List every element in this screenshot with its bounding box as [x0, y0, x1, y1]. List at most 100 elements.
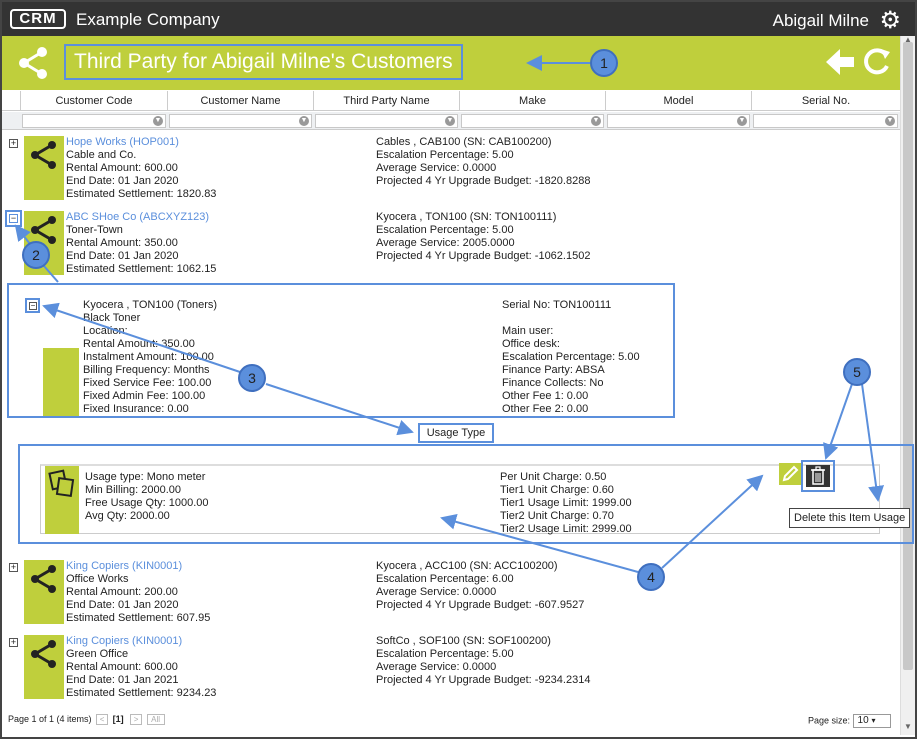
filter-icon[interactable]: ▼ [299, 116, 309, 126]
page-size-select[interactable]: 10 ▾ [852, 714, 891, 728]
filter-make[interactable]: ▼ [461, 114, 604, 128]
item-image [43, 348, 79, 416]
user-name[interactable]: Abigail Milne [773, 11, 869, 31]
usage-line: Avg Qty: 2000.00 [85, 510, 170, 522]
detail-line: Fixed Service Fee: 100.00 [83, 377, 212, 389]
detail-line: Black Toner [83, 312, 141, 324]
detail-line: Serial No: TON100111 [502, 299, 612, 311]
expand-toggle[interactable]: + [9, 563, 18, 572]
estimated-settlement: Estimated Settlement: 1820.83 [66, 188, 217, 200]
detail-line: Escalation Percentage: 5.00 [502, 351, 640, 363]
detail-line: Office desk: [502, 338, 560, 350]
upgrade-budget: Projected 4 Yr Upgrade Budget: -607.9527 [376, 599, 585, 611]
detail-line: Other Fee 2: 0.00 [502, 403, 589, 415]
pager-current-page[interactable]: [1] [113, 714, 124, 724]
column-header-make[interactable]: Make [459, 91, 605, 111]
detail-line: Location: [83, 325, 128, 337]
usage-line: Tier1 Usage Limit: 1999.00 [500, 497, 632, 509]
filter-icon[interactable]: ▼ [153, 116, 163, 126]
product: Cables , CAB100 (SN: CAB100200) [376, 136, 552, 148]
average-service: Average Service: 0.0000 [376, 162, 497, 174]
filter-customer-name[interactable]: ▼ [169, 114, 312, 128]
share-icon [24, 635, 64, 699]
chevron-down-icon: ▾ [871, 716, 876, 725]
usage-line: Tier1 Unit Charge: 0.60 [500, 484, 614, 496]
column-header-customer-code[interactable]: Customer Code [20, 91, 167, 111]
tab-usage-type[interactable]: Usage Type [418, 423, 494, 443]
customer-link[interactable]: King Copiers (KIN0001) [66, 560, 210, 573]
usage-line: Per Unit Charge: 0.50 [500, 471, 607, 483]
filter-customer-code[interactable]: ▼ [22, 114, 166, 128]
vertical-scrollbar[interactable]: ▲ ▼ [900, 35, 915, 735]
detail-line: Finance Collects: No [502, 377, 604, 389]
end-date: End Date: 01 Jan 2020 [66, 175, 179, 187]
pager-prev-button[interactable]: < [96, 714, 109, 726]
share-icon[interactable] [16, 46, 50, 80]
expand-toggle[interactable]: + [9, 139, 18, 148]
pager: Page 1 of 1 (4 items) < [1] > All [8, 714, 165, 726]
filter-third-party-name[interactable]: ▼ [315, 114, 458, 128]
customer-link[interactable]: Hope Works (HOP001) [66, 136, 216, 149]
filter-icon[interactable]: ▼ [885, 116, 895, 126]
filter-model[interactable]: ▼ [607, 114, 750, 128]
copy-pages-icon [48, 469, 75, 498]
rental-amount: Rental Amount: 600.00 [66, 661, 178, 673]
edit-usage-button[interactable] [779, 463, 801, 485]
filter-serial-no[interactable]: ▼ [753, 114, 898, 128]
collapse-toggle[interactable]: − [5, 210, 22, 227]
filter-row: ▼ ▼ ▼ ▼ ▼ ▼ [2, 112, 900, 130]
delete-usage-button[interactable] [806, 465, 830, 487]
gear-icon[interactable]: ⚙ [879, 6, 901, 35]
third-party-name: Green Office [66, 648, 129, 660]
collapse-icon[interactable]: − [29, 302, 37, 310]
detail-line: Kyocera , TON100 (Toners) [83, 299, 218, 311]
callout-badge: 2 [22, 241, 50, 269]
pencil-icon [782, 465, 799, 482]
average-service: Average Service: 0.0000 [376, 586, 497, 598]
detail-line: Fixed Insurance: 0.00 [83, 403, 189, 415]
item-detail-panel: − Kyocera , TON100 (Toners) Black Toner … [7, 283, 675, 418]
rental-amount: Rental Amount: 600.00 [66, 162, 178, 174]
product: Kyocera , ACC100 (SN: ACC100200) [376, 560, 558, 572]
escalation: Escalation Percentage: 6.00 [376, 573, 514, 585]
share-icon [24, 136, 64, 200]
delete-usage-highlight [801, 460, 835, 492]
column-header-serial-no[interactable]: Serial No. [751, 91, 900, 111]
detail-line: Other Fee 1: 0.00 [502, 390, 589, 402]
filter-icon[interactable]: ▼ [737, 116, 747, 126]
scroll-down-icon[interactable]: ▼ [904, 722, 912, 731]
detail-collapse-toggle[interactable]: − [25, 298, 40, 313]
detail-line: Instalment Amount: 100.00 [83, 351, 214, 363]
column-header-third-party-name[interactable]: Third Party Name [313, 91, 459, 111]
scrollbar-thumb[interactable] [903, 42, 913, 670]
filter-icon[interactable]: ▼ [445, 116, 455, 126]
share-icon [24, 560, 64, 624]
pager-info: Page 1 of 1 (4 items) [8, 714, 92, 724]
detail-line: Finance Party: ABSA [502, 364, 605, 376]
customer-link[interactable]: ABC SHoe Co (ABCXYZ123) [66, 211, 216, 224]
usage-thumb [45, 466, 79, 534]
column-header-model[interactable]: Model [605, 91, 751, 111]
callout-badge: 5 [843, 358, 871, 386]
third-party-name: Cable and Co. [66, 149, 137, 161]
refresh-icon[interactable] [862, 46, 892, 76]
arrow-left-icon[interactable] [824, 46, 856, 78]
pager-next-button[interactable]: > [130, 714, 143, 726]
column-header-customer-name[interactable]: Customer Name [167, 91, 313, 111]
filter-icon[interactable]: ▼ [591, 116, 601, 126]
detail-line [502, 312, 640, 325]
list-item: + Hope Works (HOP001) Cable and Co. Rent… [2, 136, 900, 206]
grid-header: Customer Code Customer Name Third Party … [2, 91, 900, 111]
expand-toggle[interactable]: + [9, 638, 18, 647]
delete-tooltip: Delete this Item Usage [789, 508, 911, 528]
trash-icon [811, 466, 825, 485]
usage-line: Usage type: Mono meter [85, 471, 206, 483]
page-size-value: 10 [857, 715, 869, 726]
customer-link[interactable]: King Copiers (KIN0001) [66, 635, 216, 648]
page-title: Third Party for Abigail Milne's Customer… [64, 44, 463, 80]
rental-amount: Rental Amount: 200.00 [66, 586, 178, 598]
estimated-settlement: Estimated Settlement: 9234.23 [66, 687, 217, 699]
escalation: Escalation Percentage: 5.00 [376, 224, 514, 236]
pager-all-button[interactable]: All [146, 714, 165, 726]
detail-line: Billing Frequency: Months [83, 364, 210, 376]
